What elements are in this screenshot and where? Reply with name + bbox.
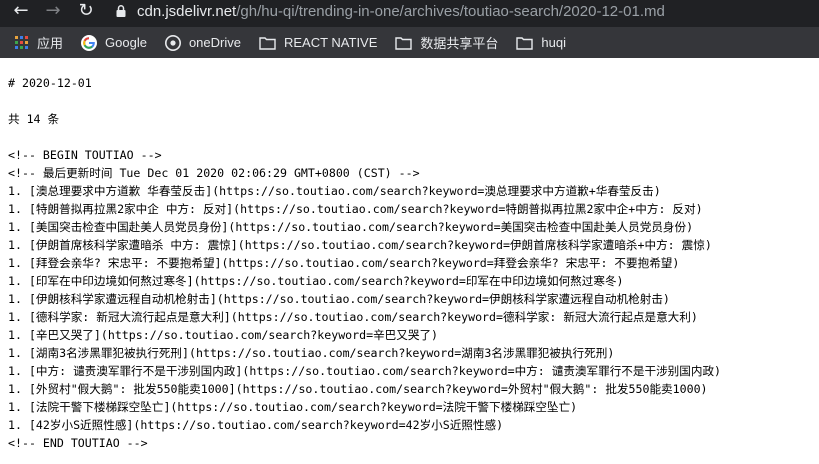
document-heading: # 2020-12-01	[8, 76, 92, 90]
list-item: 1. [外贸村"假大鹅": 批发550能卖1000](https://so.to…	[8, 382, 708, 396]
bookmark-label: Google	[105, 35, 147, 50]
list-item: 1. [拜登会亲华? 宋忠平: 不要抱希望](https://so.toutia…	[8, 256, 680, 270]
url-path: /gh/hu-qi/trending-in-one/archives/touti…	[236, 2, 665, 20]
onedrive-icon	[164, 34, 181, 51]
page-content: # 2020-12-01 共 14 条 <!-- BEGIN TOUTIAO -->…	[0, 58, 819, 464]
markdown-source: # 2020-12-01 共 14 条 <!-- BEGIN TOUTIAO -->…	[0, 58, 819, 452]
list-item: 1. [澳总理要求中方道歉 华春莹反击](https://so.toutiao.…	[8, 184, 661, 198]
bookmark-data-share[interactable]: 数据共享平台	[395, 33, 498, 52]
url-host: cdn.jsdelivr.net	[137, 2, 237, 20]
google-icon	[81, 34, 98, 51]
reload-icon[interactable]: ↻	[75, 0, 97, 22]
list-item: 1. [辛巴又哭了](https://so.toutiao.com/search…	[8, 328, 439, 342]
bookmark-label: oneDrive	[188, 35, 241, 50]
forward-arrow-icon[interactable]: →	[42, 0, 64, 22]
list-item: 1. [特朗普拟再拉黑2家中企 中方: 反对](https://so.touti…	[8, 202, 703, 216]
folder-icon	[259, 36, 276, 50]
list-item: 1. [法院干警下楼梯踩空坠亡](https://so.toutiao.com/…	[8, 400, 578, 414]
browser-chrome: ← → ↻ cdn.jsdelivr.net/gh/hu-qi/trending…	[0, 0, 819, 58]
bookmark-label: 数据共享平台	[420, 36, 499, 51]
bookmark-react-native[interactable]: REACT NATIVE	[259, 35, 377, 50]
list-item: 1. [中方: 谴责澳军罪行不是干涉别国内政](https://so.touti…	[8, 364, 722, 378]
list-item: 1. [42岁小S近照性感](https://so.toutiao.com/se…	[8, 418, 504, 432]
begin-comment: <!-- BEGIN TOUTIAO -->	[8, 148, 162, 162]
lock-icon	[116, 5, 126, 17]
bookmark-label: REACT NATIVE	[283, 35, 378, 50]
back-arrow-icon[interactable]: ←	[10, 0, 32, 22]
browser-toolbar: ← → ↻ cdn.jsdelivr.net/gh/hu-qi/trending…	[0, 0, 819, 23]
list-item: 1. [湖南3名涉黑罪犯被执行死刑](https://so.toutiao.co…	[8, 346, 615, 360]
bookmark-label: 应用	[37, 36, 64, 51]
updated-comment: <!-- 最后更新时间 Tue Dec 01 2020 02:06:29 GMT…	[8, 166, 420, 180]
bookmark-apps[interactable]: 应用	[15, 33, 63, 52]
item-count: 共 14 条	[8, 112, 60, 126]
bookmark-huqi[interactable]: huqi	[516, 35, 566, 50]
apps-grid-icon	[15, 35, 28, 49]
list-item: 1. [印军在中印边境如何熬过寒冬](https://so.toutiao.co…	[8, 274, 624, 288]
bookmark-google[interactable]: Google	[81, 34, 147, 51]
folder-icon	[395, 36, 413, 50]
bookmarks-bar: 应用 Google oneDrive REACT NATIVE 数据共享平台 h…	[0, 27, 819, 58]
bookmark-label: huqi	[541, 35, 566, 50]
end-comment: <!-- END TOUTIAO -->	[8, 436, 148, 450]
address-bar[interactable]: cdn.jsdelivr.net/gh/hu-qi/trending-in-on…	[104, 0, 819, 23]
list-item: 1. [美国突击检查中国赴美人员党员身份](https://so.toutiao…	[8, 220, 694, 234]
list-item: 1. [伊朗核科学家遭远程自动机枪射击](https://so.toutiao.…	[8, 292, 670, 306]
folder-icon	[516, 36, 534, 50]
bookmark-onedrive[interactable]: oneDrive	[164, 34, 241, 51]
list-item: 1. [伊朗首席核科学家遭暗杀 中方: 震惊](https://so.touti…	[8, 238, 712, 252]
list-item: 1. [德科学家: 新冠大流行起点是意大利](https://so.toutia…	[8, 310, 698, 324]
